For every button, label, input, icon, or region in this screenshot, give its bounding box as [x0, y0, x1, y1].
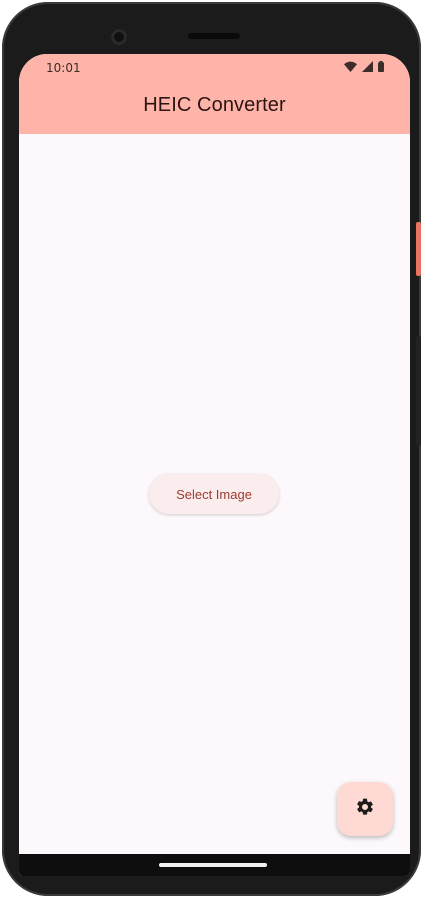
front-camera [111, 29, 127, 45]
app-bar: 10:01 HEIC Converter [19, 54, 410, 134]
cellular-signal-icon [362, 61, 373, 72]
status-icons [344, 61, 384, 72]
screen: 10:01 HEIC Converter Select Image [19, 54, 410, 876]
wifi-icon [344, 61, 357, 72]
power-button [416, 222, 421, 276]
battery-icon [378, 61, 384, 72]
earpiece [188, 33, 240, 39]
home-gesture-handle[interactable] [159, 863, 267, 867]
volume-button [416, 336, 421, 446]
select-image-button[interactable]: Select Image [149, 474, 279, 514]
page-title: HEIC Converter [143, 94, 286, 116]
gear-icon [355, 797, 375, 822]
status-time: 10:01 [46, 61, 81, 75]
navigation-bar [19, 854, 410, 876]
settings-button[interactable] [337, 782, 393, 836]
phone-frame: 10:01 HEIC Converter Select Image [2, 2, 421, 896]
